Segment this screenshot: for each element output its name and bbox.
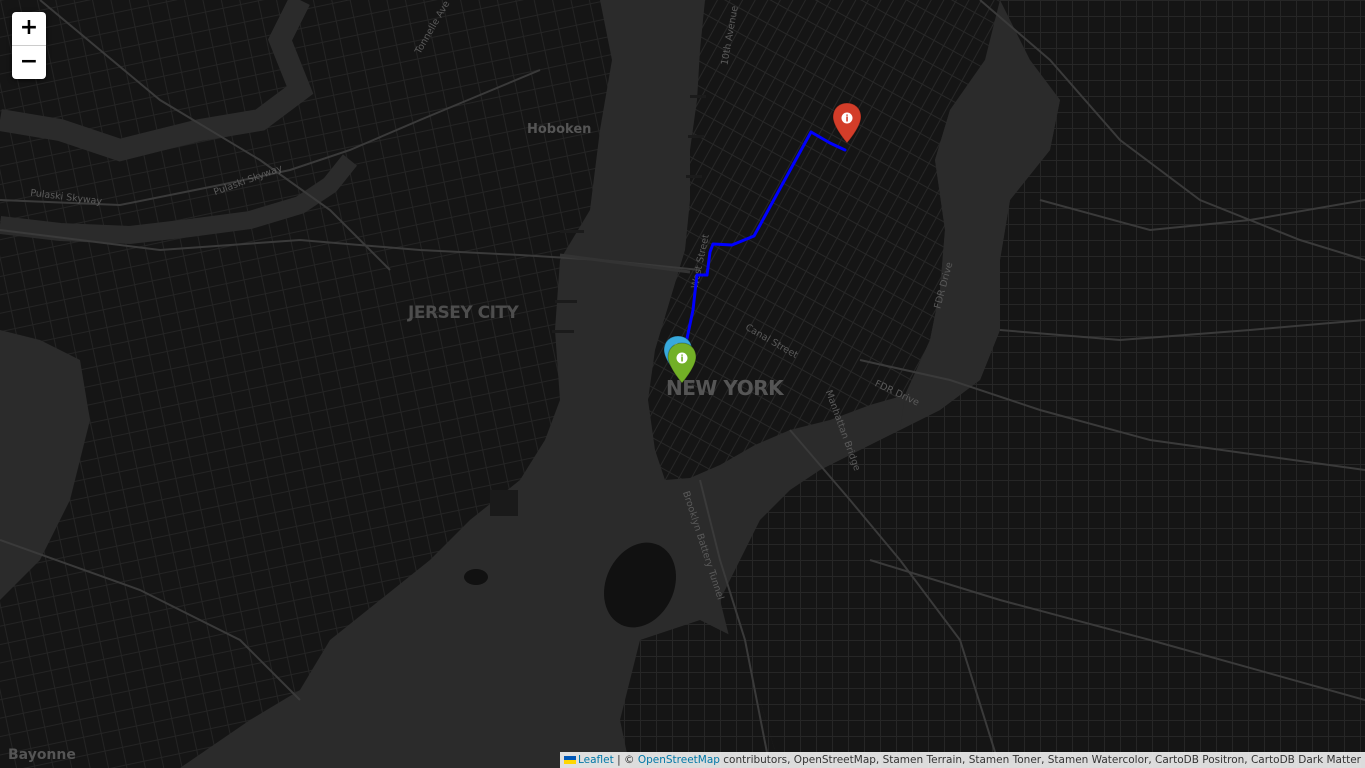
svg-text:i: i xyxy=(845,115,848,125)
map-pin-icon: i xyxy=(667,342,697,384)
leaflet-link[interactable]: Leaflet xyxy=(578,754,614,766)
openstreetmap-link[interactable]: OpenStreetMap xyxy=(638,754,720,766)
zoom-in-button[interactable]: + xyxy=(12,12,46,46)
zoom-control: + − xyxy=(12,12,46,79)
zoom-out-button[interactable]: − xyxy=(12,46,46,79)
attribution-text: contributors, OpenStreetMap, Stamen Terr… xyxy=(723,754,1361,766)
waypoint-marker[interactable]: i xyxy=(667,342,697,389)
ukraine-flag-icon xyxy=(563,755,576,764)
route-polyline[interactable] xyxy=(683,130,847,350)
svg-text:i: i xyxy=(680,355,683,365)
map-container[interactable]: Hoboken JERSEY CITY NEW YORK Bayonne Pul… xyxy=(0,0,1365,768)
map-pin-icon: i xyxy=(832,102,862,144)
end-marker[interactable]: i xyxy=(832,102,862,149)
attribution-bar: Leaflet | © OpenStreetMap contributors, … xyxy=(559,752,1365,768)
attribution-separator: | © xyxy=(617,754,635,766)
